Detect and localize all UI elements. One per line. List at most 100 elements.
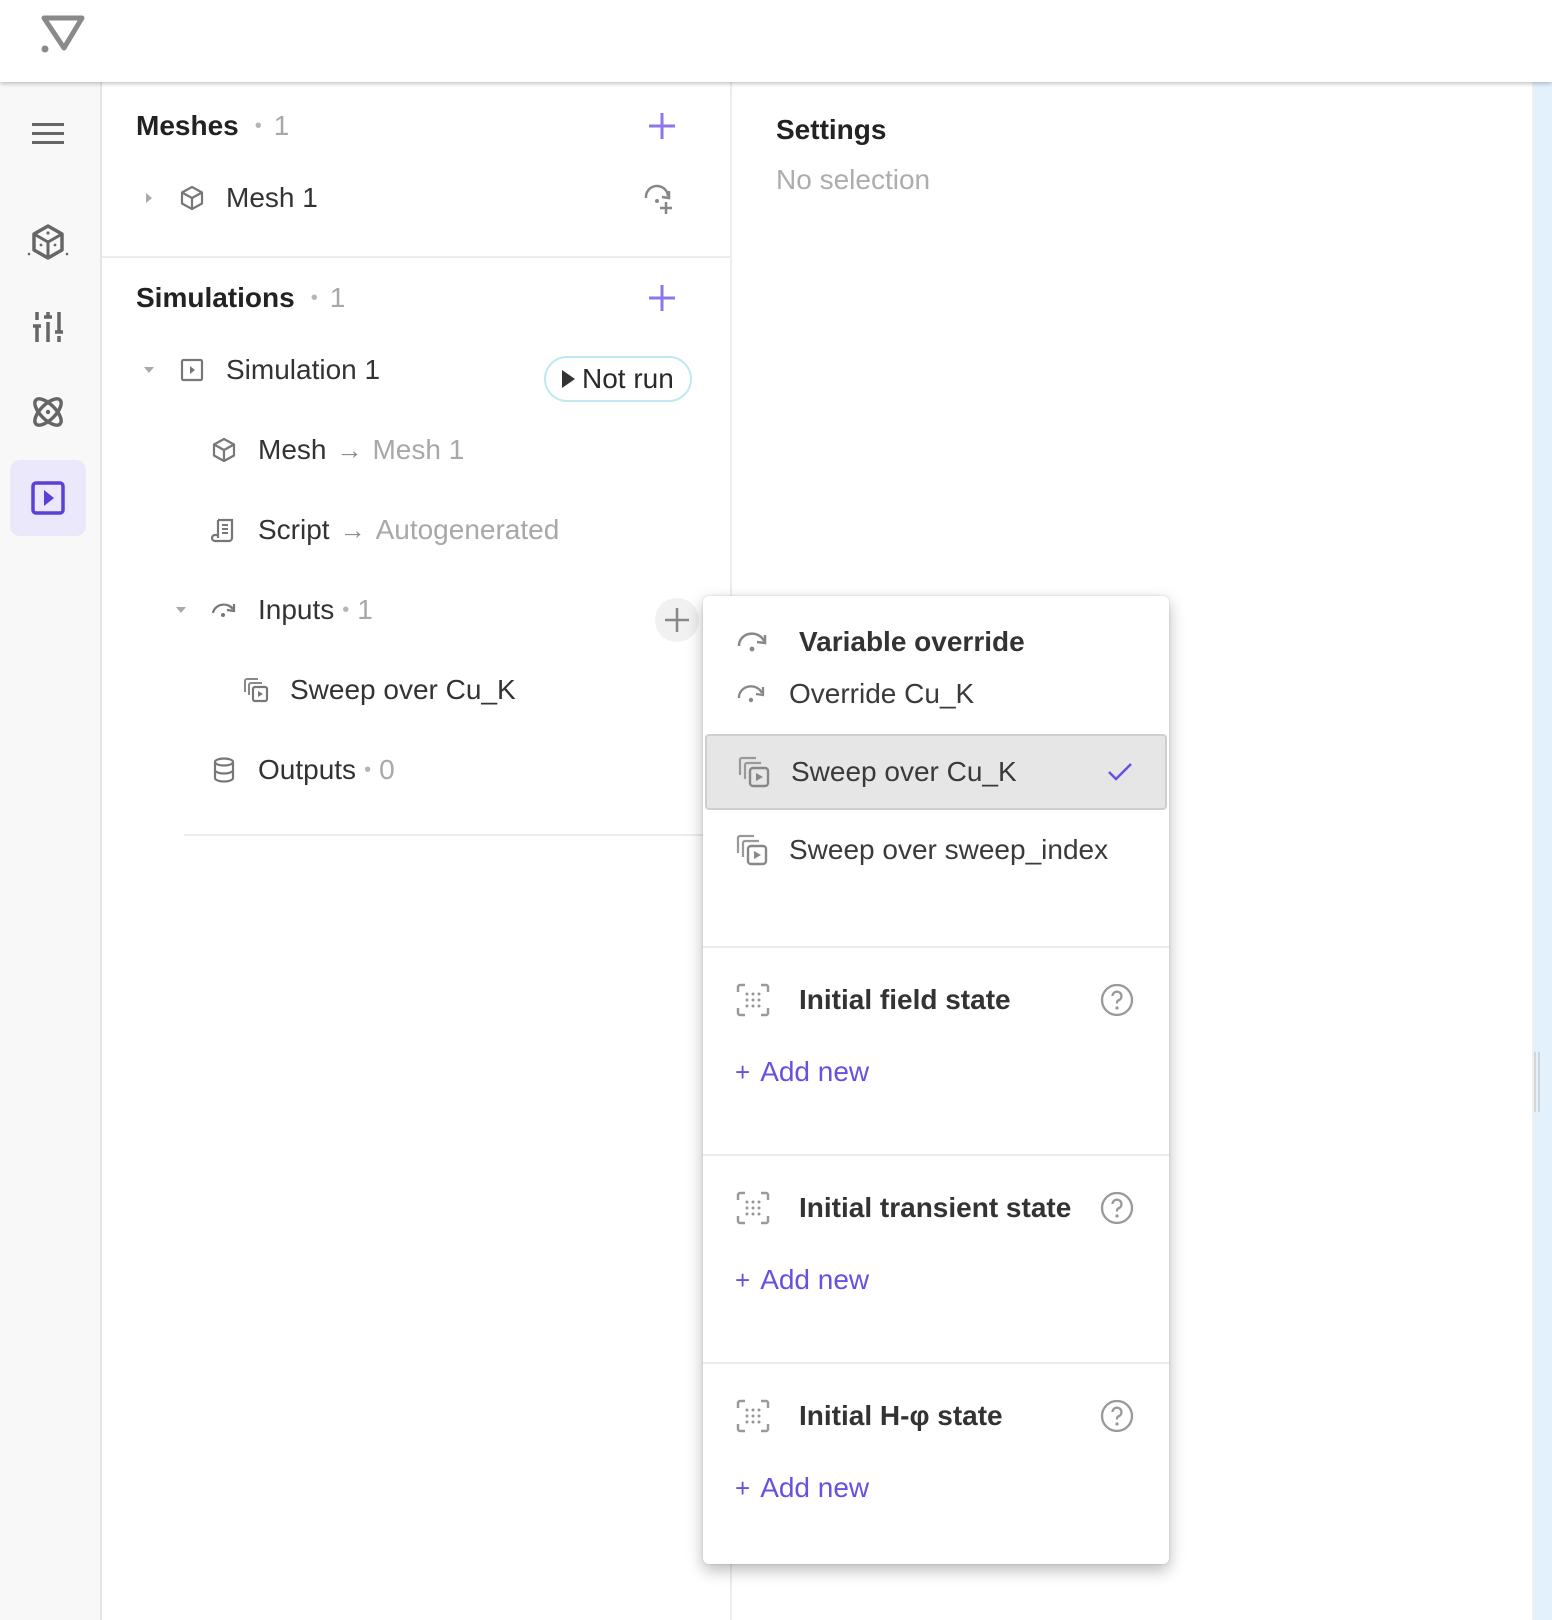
checkmark-icon [1108,763,1132,781]
cube-outline-icon [180,185,204,211]
sweep-icon [738,756,770,788]
simulations-count: 1 [329,282,346,313]
tree-item-sweep-cu-k[interactable]: Sweep over Cu_K [242,668,516,712]
add-simulation-button[interactable] [640,276,684,320]
add-input-button[interactable] [655,598,699,642]
project-tree-panel: Meshes • 1 Mesh 1 Simulations • 1 Simula… [102,82,732,1620]
chevron-down-icon[interactable] [174,603,188,617]
group-title: Initial H-φ state [799,1400,1003,1431]
sweep-cu-k-label: Sweep over Cu_K [290,674,516,705]
menu-item-override-cu-k[interactable]: Override Cu_K [705,656,1167,732]
meshes-count: 1 [273,110,290,141]
group-title: Initial transient state [799,1192,1072,1223]
sweep-icon [736,834,768,866]
simulations-title: Simulations [136,282,295,313]
meshes-header: Meshes • 1 [136,106,289,146]
rail-simulations-button[interactable] [10,460,86,536]
grid-select-icon [736,1399,770,1433]
separator-dot: • [364,758,372,781]
add-new-label: Add new [760,1264,870,1295]
tree-item-mesh-1[interactable]: Mesh 1 [142,176,318,220]
cube-icon [27,224,69,260]
separator-dot: • [342,598,350,621]
atom-icon [33,397,63,427]
arrow-right-icon: → [339,514,366,545]
play-square-icon [31,481,65,515]
inputs-label: Inputs [258,594,335,625]
simulations-header: Simulations • 1 [136,278,345,318]
initial-h-phi-state-header: Initial H-φ state [735,1394,1003,1438]
plus-icon: + [735,1056,751,1087]
chevron-down-icon[interactable] [142,363,156,377]
grid-select-icon [736,983,770,1017]
tree-item-mesh-link[interactable]: Mesh → Mesh 1 [210,428,464,472]
override-icon [737,632,767,652]
plus-icon: + [735,1472,751,1503]
menu-item-label: Override Cu_K [789,678,975,709]
right-edge-panel [1532,82,1552,1620]
add-initial-h-phi-state-button[interactable]: + Add new [735,1468,869,1508]
menu-divider [703,1154,1169,1156]
tree-item-inputs[interactable]: Inputs • 1 [174,588,373,632]
mesh-link-label: Mesh [258,434,327,465]
separator-dot: • [254,114,262,137]
add-mesh-button[interactable] [640,104,684,148]
override-add-icon[interactable] [640,182,676,218]
script-link-value: Autogenerated [375,514,560,545]
sweep-icon [244,678,269,703]
plus-icon [649,285,675,311]
sliders-icon [33,312,63,342]
override-icon [737,685,765,703]
mesh-1-label: Mesh 1 [226,182,318,213]
add-initial-field-state-button[interactable]: + Add new [735,1052,869,1092]
separator-dot: • [310,286,318,309]
menu-item-label: Sweep over sweep_index [789,834,1109,865]
add-input-dropdown: Variable override Override Cu_K Sweep ov… [703,596,1169,1564]
rail-parameters-button[interactable] [10,288,86,364]
simulation-1-label: Simulation 1 [226,354,381,385]
play-icon [562,370,575,388]
help-icon[interactable] [1099,982,1135,1018]
help-icon[interactable] [1099,1190,1135,1226]
initial-transient-state-header: Initial transient state [735,1186,1071,1230]
menu-divider [703,1362,1169,1364]
database-icon [213,757,235,783]
script-link-label: Script [258,514,330,545]
hamburger-icon [32,123,64,144]
add-initial-transient-state-button[interactable]: + Add new [735,1260,869,1300]
menu-divider [703,946,1169,948]
outputs-label: Outputs [258,754,357,785]
grid-select-icon [736,1191,770,1225]
chevron-right-icon[interactable] [142,191,156,205]
arrow-right-icon: → [336,434,363,465]
tree-item-outputs[interactable]: Outputs • 0 [210,748,395,792]
menu-item-sweep-cu-k[interactable]: Sweep over Cu_K [705,734,1167,810]
cube-outline-icon [212,437,236,463]
plus-icon: + [735,1264,751,1295]
play-square-icon [180,358,204,382]
add-new-label: Add new [760,1472,870,1503]
outputs-count: 0 [379,754,395,785]
run-status-label: Not run [582,363,674,394]
variable-override-title: Variable override [799,626,1025,657]
panel-resize-handle[interactable] [1534,1052,1540,1112]
menu-item-label: Sweep over Cu_K [791,756,1017,787]
initial-field-state-header: Initial field state [735,978,1011,1022]
override-icon [211,603,236,617]
run-status-button[interactable]: Not run [544,356,692,402]
tree-item-script-link[interactable]: Script → Autogenerated [210,508,559,552]
menu-item-sweep-sweep-index[interactable]: Sweep over sweep_index [705,812,1167,888]
top-bar [0,0,1552,82]
left-rail [0,82,102,1620]
app-logo-icon[interactable] [40,14,86,54]
rail-geometry-button[interactable] [10,204,86,280]
settings-title: Settings [776,114,887,145]
group-title: Initial field state [799,984,1011,1015]
help-icon[interactable] [1099,1398,1135,1434]
settings-empty-state: No selection [776,164,931,195]
script-icon [210,518,234,543]
rail-menu-button[interactable] [10,96,86,172]
tree-item-simulation-1[interactable]: Simulation 1 [142,348,380,392]
meshes-title: Meshes [136,110,239,141]
rail-physics-button[interactable] [10,374,86,450]
